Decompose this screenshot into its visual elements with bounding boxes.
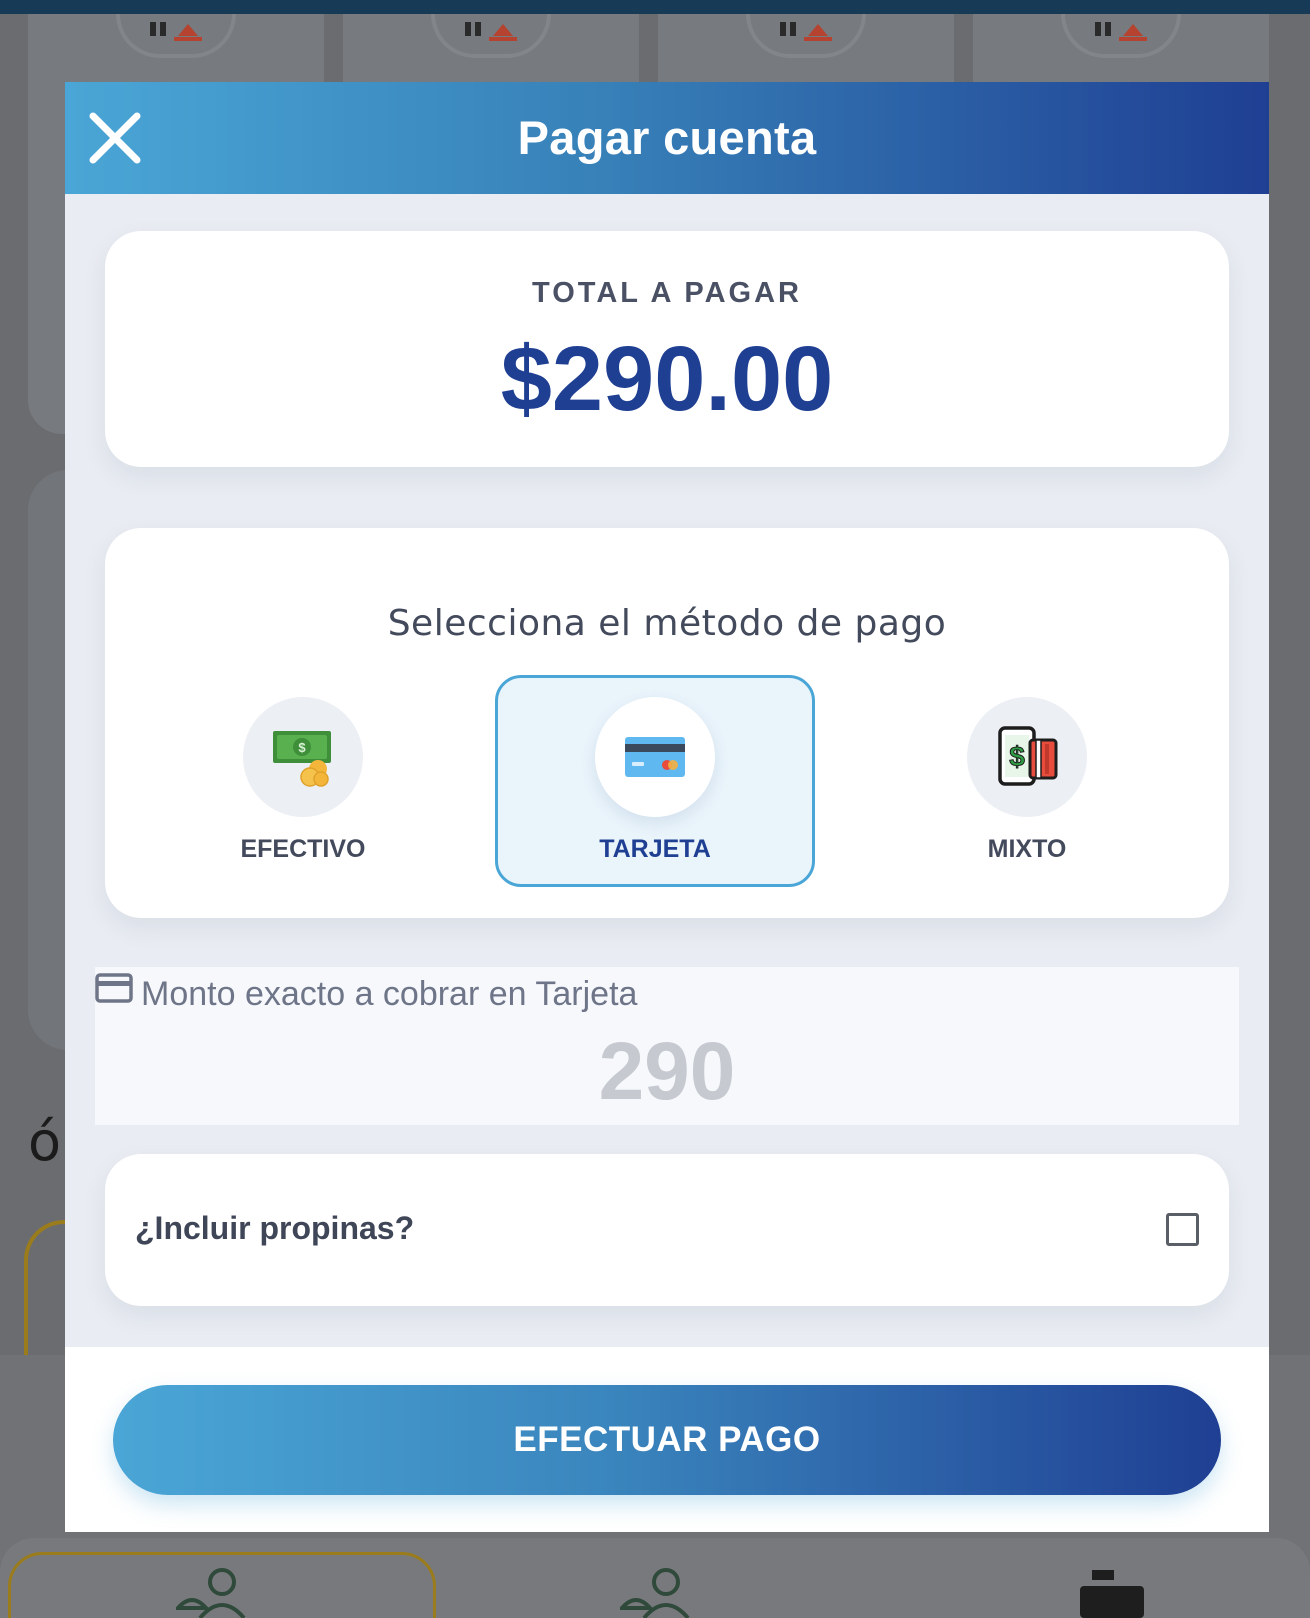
pay-bill-modal: Pagar cuenta TOTAL A PAGAR $290.00 Selec…: [65, 82, 1269, 1532]
chair-bell-icon: [465, 22, 517, 41]
card-amount-input[interactable]: [95, 1029, 1239, 1115]
card-amount-label: Monto exacto a cobrar en Tarjeta: [141, 975, 638, 1013]
pay-button[interactable]: EFECTUAR PAGO: [113, 1385, 1221, 1495]
payment-methods-card: Selecciona el método de pago $ EFECTIVO: [105, 528, 1229, 918]
cash-icon: $: [273, 731, 331, 787]
cash-register-icon: [1080, 1570, 1144, 1618]
payment-method-tarjeta[interactable]: TARJETA: [495, 675, 815, 887]
total-amount: $290.00: [500, 328, 834, 430]
payment-method-label: EFECTIVO: [240, 835, 366, 863]
include-tips-checkbox[interactable]: [1166, 1213, 1199, 1246]
waiter-icon: [620, 1568, 690, 1618]
svg-text:$: $: [298, 740, 306, 755]
payment-method-label: TARJETA: [599, 835, 711, 863]
card-amount-field: Monto exacto a cobrar en Tarjeta: [95, 967, 1239, 1125]
chair-bell-icon: [1095, 22, 1147, 41]
svg-text:$: $: [1009, 741, 1025, 772]
modal-title: Pagar cuenta: [517, 111, 817, 164]
waiter-icon: [176, 1568, 246, 1618]
chair-bell-icon: [780, 22, 832, 41]
payment-method-mixto[interactable]: $ MIXTO: [867, 675, 1187, 887]
modal-header: Pagar cuenta: [65, 82, 1269, 194]
modal-footer: EFECTUAR PAGO: [65, 1347, 1269, 1532]
total-label: TOTAL A PAGAR: [532, 277, 802, 309]
payment-method-label: MIXTO: [987, 835, 1067, 863]
credit-card-icon: [625, 737, 685, 777]
payment-methods-title: Selecciona el método de pago: [387, 603, 947, 644]
background-heading: ó: [28, 1110, 62, 1173]
payment-method-efectivo[interactable]: $ EFECTIVO: [143, 675, 463, 887]
chair-bell-icon: [150, 22, 202, 41]
mixed-payment-icon: $: [998, 726, 1058, 786]
total-card: TOTAL A PAGAR $290.00: [105, 231, 1229, 467]
credit-card-outline-icon: [95, 973, 133, 1003]
include-tips-label: ¿Incluir propinas?: [135, 1210, 415, 1246]
background-top-bar: [0, 0, 1310, 14]
include-tips-row[interactable]: ¿Incluir propinas?: [105, 1154, 1229, 1306]
